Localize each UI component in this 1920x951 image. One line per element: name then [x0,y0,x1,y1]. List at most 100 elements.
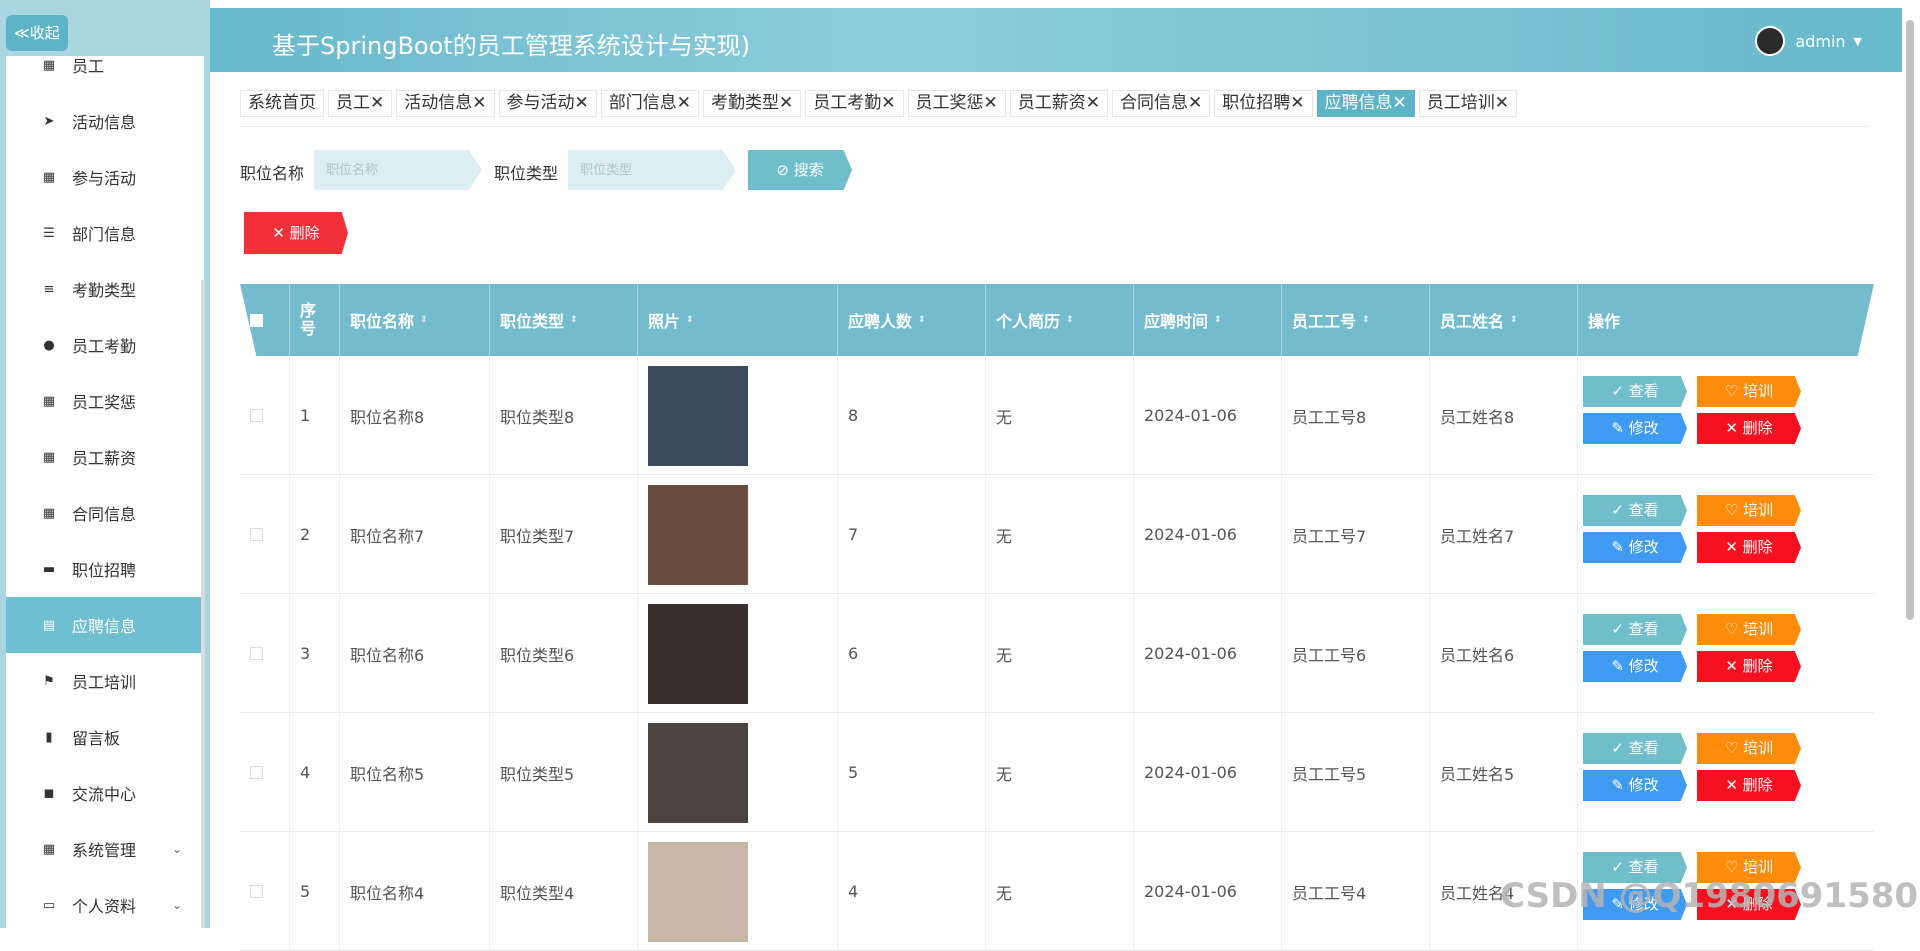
batch-delete-button[interactable]: ✕ 删除 [244,212,348,254]
sidebar-menu: ▦ 员工 ➤ 活动信息 ▦ 参与活动 ☰ 部门信息 ≡ 考勤类型 ● 员工考勤 ▦ 员工奖惩 ▦ 员工薪资 ▦ 合… [6,56,204,928]
cell-time: 2024-01-06 [1134,713,1282,832]
collapse-button[interactable]: ≪收起 [6,15,68,51]
column-header-label: 操作 [1588,312,1621,331]
search-button[interactable]: ⊘ 搜索 [748,150,852,190]
edit-button[interactable]: ✎ 修改 [1583,770,1687,801]
train-button[interactable]: ♡ 培训 [1697,614,1801,645]
view-button[interactable]: ✓ 查看 [1583,733,1687,764]
tab[interactable]: 职位招聘✕ [1214,90,1313,117]
check-icon: ✓ [1611,382,1629,400]
sidebar-item[interactable]: ≡ 考勤类型 [6,261,204,317]
cell-resume: 无 [986,475,1134,594]
list-icon: ≡ [43,281,55,297]
edit-button[interactable]: ✎ 修改 [1583,532,1687,563]
check-icon: ✓ [1611,858,1629,876]
sidebar-item[interactable]: ▦ 参与活动 [6,149,204,205]
cell-type: 职位类型4 [490,832,638,951]
applicant-photo[interactable] [648,841,748,942]
sidebar-item[interactable]: ◼ 交流中心 [6,765,204,821]
column-header-label: 序号 [300,301,317,338]
tab[interactable]: 员工培训✕ [1418,90,1517,117]
sidebar-item[interactable]: ● 员工考勤 [6,317,204,373]
row-checkbox[interactable] [250,409,263,422]
edit-icon: ✎ [1611,419,1629,437]
sidebar-item[interactable]: ➤ 活动信息 [6,93,204,149]
avatar [1755,26,1786,56]
tab[interactable]: 员工✕ [328,90,393,117]
sort-icon[interactable]: ⇕ [918,315,926,325]
tab[interactable]: 参与活动✕ [498,90,597,117]
sort-icon[interactable]: ⇕ [686,315,694,325]
tab[interactable]: 活动信息✕ [396,90,495,117]
sidebar-item[interactable]: ▤ 应聘信息 [6,597,204,653]
sidebar-item[interactable]: ▭ 个人资料 ⌄ [6,877,204,928]
sidebar-item[interactable]: ▮ 留言板 [6,709,204,765]
row-select-cell [240,356,290,475]
sidebar-scrollbar[interactable] [201,280,205,928]
train-button-label: 培训 [1743,501,1774,519]
cell-resume: 无 [986,713,1134,832]
sort-icon[interactable]: ⇕ [1510,315,1518,325]
sort-icon[interactable]: ⇕ [570,315,578,325]
view-button[interactable]: ✓ 查看 [1583,376,1687,407]
cell-name: 职位名称8 [340,356,490,475]
column-header-label: 职位名称 [350,312,415,331]
tab[interactable]: 应聘信息✕ [1316,90,1415,117]
column-header-label: 员工工号 [1292,312,1357,331]
position-type-input[interactable] [568,150,736,190]
delete-button[interactable]: ✕ 删除 [1697,413,1801,444]
cell-emp_name: 员工姓名8 [1430,356,1578,475]
edit-button[interactable]: ✎ 修改 [1583,413,1687,444]
sidebar-item[interactable]: ☰ 部门信息 [6,205,204,261]
sidebar-item[interactable]: ▬ 职位招聘 [6,541,204,597]
view-button-label: 查看 [1628,858,1659,876]
column-header-label: 职位类型 [500,312,565,331]
edit-icon: ✎ [1611,776,1629,794]
tab[interactable]: 员工奖惩✕ [907,90,1006,117]
tab[interactable]: 考勤类型✕ [703,90,802,117]
delete-button[interactable]: ✕ 删除 [1697,651,1801,682]
sort-icon[interactable]: ⇕ [1066,315,1074,325]
sidebar-item-label: 部门信息 [72,225,137,244]
applicant-photo[interactable] [648,484,748,585]
user-menu[interactable]: admin ▼ [1755,26,1862,56]
edit-button[interactable]: ✎ 修改 [1583,651,1687,682]
train-button[interactable]: ♡ 培训 [1697,733,1801,764]
sidebar-item[interactable]: ▦ 员工 [6,56,204,93]
tab[interactable]: 部门信息✕ [600,90,699,117]
row-checkbox[interactable] [250,766,263,779]
view-button[interactable]: ✓ 查看 [1583,495,1687,526]
train-button[interactable]: ♡ 培训 [1697,495,1801,526]
tab[interactable]: 员工考勤✕ [805,90,904,117]
tab[interactable]: 员工薪资✕ [1009,90,1108,117]
tab[interactable]: 系统首页 [240,90,324,117]
tab[interactable]: 合同信息✕ [1112,90,1211,117]
row-checkbox[interactable] [250,885,263,898]
table-row: 3 职位名称6 职位类型6 6 无 2024-01-06 员工工号6 员工姓名6 ✓ 查看 ♡ 培… [240,594,1874,713]
top-header: 基于SpringBoot的员工管理系统设计与实现) admin ▼ [210,8,1902,72]
select-all-checkbox[interactable] [250,313,263,327]
delete-button[interactable]: ✕ 删除 [1697,770,1801,801]
sort-icon[interactable]: ⇕ [1362,315,1370,325]
sidebar-item[interactable]: ▦ 系统管理 ⌄ [6,821,204,877]
position-name-input[interactable] [314,150,482,190]
sort-icon[interactable]: ⇕ [1214,315,1222,325]
select-all-header[interactable] [240,284,290,356]
sidebar-item[interactable]: ▦ 员工奖惩 [6,373,204,429]
photo-cell [638,594,838,713]
view-button[interactable]: ✓ 查看 [1583,614,1687,645]
row-checkbox[interactable] [250,528,263,541]
sidebar-item[interactable]: ⚑ 员工培训 [6,653,204,709]
train-button[interactable]: ♡ 培训 [1697,376,1801,407]
row-checkbox[interactable] [250,647,263,660]
sort-icon[interactable]: ⇕ [420,315,428,325]
sidebar-item[interactable]: ▦ 合同信息 [6,485,204,541]
row-select-cell [240,713,290,832]
applicant-photo[interactable] [648,365,748,466]
delete-button[interactable]: ✕ 删除 [1697,532,1801,563]
sidebar-item[interactable]: ▦ 员工薪资 [6,429,204,485]
applicant-photo[interactable] [648,722,748,823]
applicant-photo[interactable] [648,603,748,704]
page-scrollbar[interactable] [1906,20,1914,620]
cell-type: 职位类型5 [490,713,638,832]
